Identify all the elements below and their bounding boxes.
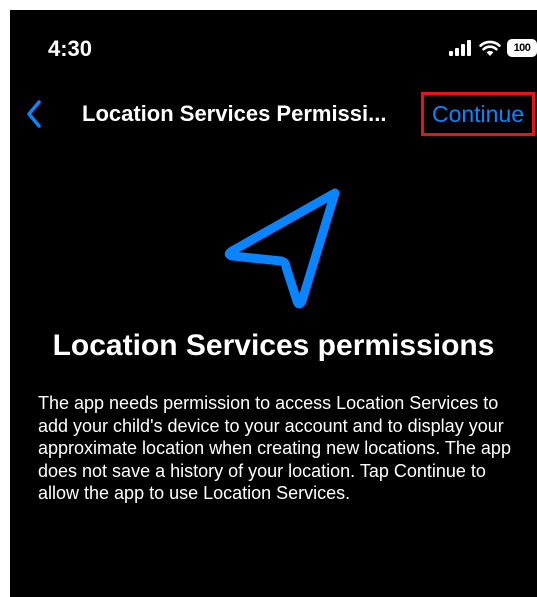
page-title: Location Services Permissi... xyxy=(82,101,387,126)
status-time: 4:30 xyxy=(48,36,93,61)
description-text: The app needs permission to access Locat… xyxy=(38,393,511,503)
heading: Location Services permissions xyxy=(52,329,495,362)
navigation-bar: Location Services Permissi... Continue xyxy=(10,92,537,136)
location-arrow-icon xyxy=(224,188,340,309)
battery-icon: 100 xyxy=(507,39,537,57)
phone-screen: 4:30 100 Location Services Permissi... C… xyxy=(10,10,537,597)
continue-button[interactable]: Continue xyxy=(421,92,535,136)
status-bar: 4:30 100 xyxy=(10,10,537,80)
battery-level: 100 xyxy=(513,42,531,54)
chevron-left-icon xyxy=(27,100,41,128)
status-icons: 100 xyxy=(449,37,537,59)
wifi-icon xyxy=(479,40,501,56)
signal-icon xyxy=(449,40,473,56)
back-button[interactable] xyxy=(20,96,48,132)
